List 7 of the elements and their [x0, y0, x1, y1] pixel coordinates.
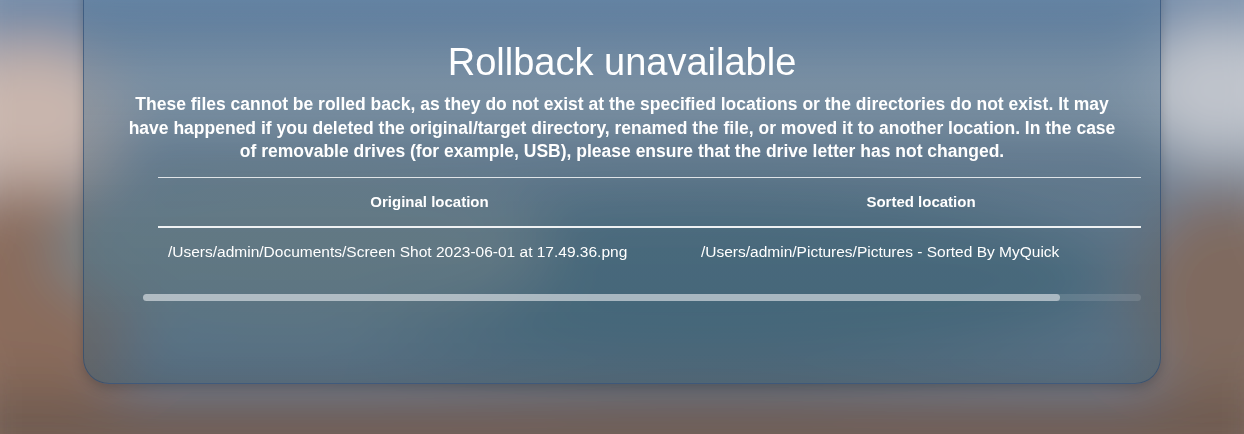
column-header: Sorted location: [865, 193, 977, 211]
scrollbar[interactable]: [143, 293, 1141, 301]
column-header: Original location: [369, 193, 490, 211]
dialog-title: Rollback unavailable: [447, 40, 797, 85]
dialog-message: These files cannot be rolled back, as they do not exist at the specified locations or the directories do not exist. It may have happened if you deleted the original/target directory, renamed the file, or moved it to another location. In the case of removable drives (for example, USB), please ensure that the drive letter has not changed.: [127, 93, 1117, 164]
table-cell-text: /Users/admin/Pictures/Pictures - Sorted By MyQuick: [701, 242, 1061, 261]
table-cell-text: /Users/admin/Documents/Screen Shot 2023-06-01 at 17.49.36.png: [167, 242, 629, 261]
